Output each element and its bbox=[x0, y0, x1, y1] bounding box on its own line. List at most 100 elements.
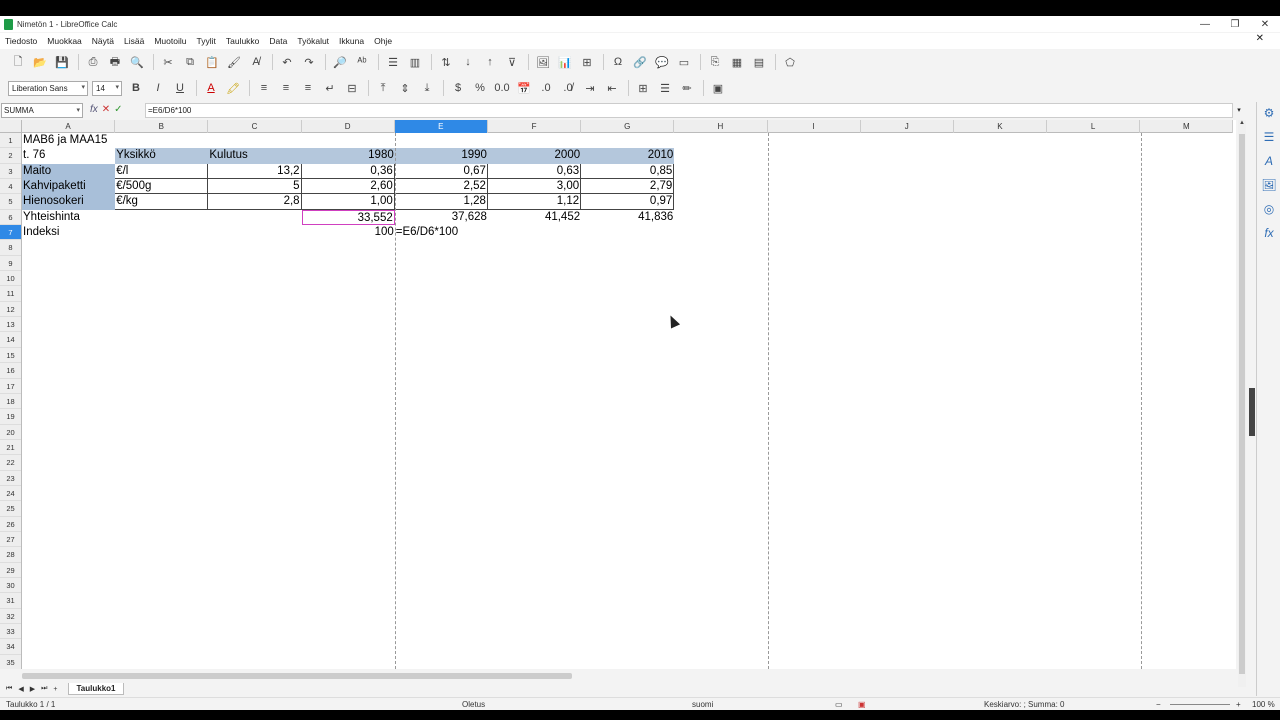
cell-c20[interactable] bbox=[208, 425, 301, 440]
cell-a23[interactable] bbox=[22, 471, 115, 486]
cell-h4[interactable] bbox=[674, 179, 767, 194]
cell-i6[interactable] bbox=[768, 210, 861, 225]
zoom-slider[interactable] bbox=[1170, 704, 1230, 705]
sheet-tab-taulukko1[interactable]: Taulukko1 bbox=[67, 683, 125, 695]
minimize-button[interactable]: — bbox=[1190, 16, 1220, 32]
menu-lisaa[interactable]: Lisää bbox=[124, 36, 144, 46]
cell-h22[interactable] bbox=[674, 455, 767, 470]
cell-e4[interactable]: 2,52 bbox=[394, 179, 488, 195]
align-top-icon[interactable]: ⤒ bbox=[373, 79, 393, 97]
cell-j12[interactable] bbox=[861, 302, 954, 317]
cell-i12[interactable] bbox=[768, 302, 861, 317]
functions-icon[interactable]: fx bbox=[1259, 226, 1279, 246]
row-header-6[interactable]: 6 bbox=[0, 210, 21, 226]
cell-a27[interactable] bbox=[22, 532, 115, 547]
cell-f32[interactable] bbox=[488, 609, 581, 624]
cell-c13[interactable] bbox=[208, 317, 301, 332]
cell-c15[interactable] bbox=[208, 348, 301, 363]
cell-l4[interactable] bbox=[1047, 179, 1140, 194]
cell-i14[interactable] bbox=[768, 332, 861, 347]
cell-a6[interactable]: Yhteishinta bbox=[22, 210, 115, 225]
cell-m31[interactable] bbox=[1140, 593, 1233, 608]
cell-g1[interactable] bbox=[581, 133, 674, 148]
cell-h26[interactable] bbox=[674, 517, 767, 532]
cell-f8[interactable] bbox=[488, 240, 581, 255]
cell-h5[interactable] bbox=[674, 194, 767, 209]
cell-d17[interactable] bbox=[302, 379, 395, 394]
merge-center-icon[interactable]: ⊟ bbox=[342, 79, 362, 97]
cell-l23[interactable] bbox=[1047, 471, 1140, 486]
row-header-9[interactable]: 9 bbox=[0, 256, 21, 272]
cell-l11[interactable] bbox=[1047, 286, 1140, 301]
cell-b33[interactable] bbox=[115, 624, 208, 639]
row-header-28[interactable]: 28 bbox=[0, 547, 21, 563]
cell-m22[interactable] bbox=[1140, 455, 1233, 470]
formula-input[interactable]: =E6/D6*100 bbox=[145, 103, 1233, 118]
cell-j7[interactable] bbox=[861, 225, 954, 240]
cell-l31[interactable] bbox=[1047, 593, 1140, 608]
cell-f28[interactable] bbox=[488, 547, 581, 562]
cell-i11[interactable] bbox=[768, 286, 861, 301]
cell-l15[interactable] bbox=[1047, 348, 1140, 363]
cell-k34[interactable] bbox=[954, 639, 1047, 654]
cell-l17[interactable] bbox=[1047, 379, 1140, 394]
menu-muokkaa[interactable]: Muokkaa bbox=[47, 36, 82, 46]
chevron-down-icon[interactable]: ▾ bbox=[115, 83, 119, 91]
row-header-1[interactable]: 1 bbox=[0, 133, 21, 149]
cell-j13[interactable] bbox=[861, 317, 954, 332]
cell-m21[interactable] bbox=[1140, 440, 1233, 455]
cell-g4[interactable]: 2,79 bbox=[581, 179, 675, 195]
export-pdf-icon[interactable]: ⎙ bbox=[83, 53, 103, 71]
cell-d12[interactable] bbox=[302, 302, 395, 317]
cell-d10[interactable] bbox=[302, 271, 395, 286]
cell-l24[interactable] bbox=[1047, 486, 1140, 501]
cell-b35[interactable] bbox=[115, 655, 208, 669]
cell-l29[interactable] bbox=[1047, 563, 1140, 578]
cell-d3[interactable]: 0,36 bbox=[301, 163, 395, 180]
cell-f29[interactable] bbox=[488, 563, 581, 578]
cell-e23[interactable] bbox=[395, 471, 488, 486]
cell-h25[interactable] bbox=[674, 501, 767, 516]
row-header-35[interactable]: 35 bbox=[0, 655, 21, 669]
cell-b31[interactable] bbox=[115, 593, 208, 608]
cell-e19[interactable] bbox=[395, 409, 488, 424]
cell-k24[interactable] bbox=[954, 486, 1047, 501]
cell-e20[interactable] bbox=[395, 425, 488, 440]
cell-e12[interactable] bbox=[395, 302, 488, 317]
cell-h1[interactable] bbox=[674, 133, 767, 148]
cell-c12[interactable] bbox=[208, 302, 301, 317]
cell-j24[interactable] bbox=[861, 486, 954, 501]
cell-i18[interactable] bbox=[768, 394, 861, 409]
cell-d23[interactable] bbox=[302, 471, 395, 486]
cell-b24[interactable] bbox=[115, 486, 208, 501]
cell-g22[interactable] bbox=[581, 455, 674, 470]
comment-icon[interactable]: 💬 bbox=[652, 53, 672, 71]
cell-m12[interactable] bbox=[1140, 302, 1233, 317]
row-header-11[interactable]: 11 bbox=[0, 286, 21, 302]
cell-f18[interactable] bbox=[488, 394, 581, 409]
cell-g11[interactable] bbox=[581, 286, 674, 301]
cell-e2[interactable]: 1990 bbox=[394, 148, 488, 164]
cell-f1[interactable] bbox=[488, 133, 581, 148]
cell-i23[interactable] bbox=[768, 471, 861, 486]
cell-c33[interactable] bbox=[208, 624, 301, 639]
cell-b21[interactable] bbox=[115, 440, 208, 455]
cell-a4[interactable]: Kahvipaketti bbox=[22, 179, 116, 195]
cell-a22[interactable] bbox=[22, 455, 115, 470]
cell-b30[interactable] bbox=[115, 578, 208, 593]
cell-k15[interactable] bbox=[954, 348, 1047, 363]
cell-g17[interactable] bbox=[581, 379, 674, 394]
next-sheet-icon[interactable]: ▶ bbox=[30, 685, 35, 693]
cell-d14[interactable] bbox=[302, 332, 395, 347]
cell-c31[interactable] bbox=[208, 593, 301, 608]
cell-h29[interactable] bbox=[674, 563, 767, 578]
cell-g34[interactable] bbox=[581, 639, 674, 654]
cell-e5[interactable]: 1,28 bbox=[394, 194, 488, 210]
autofilter-icon[interactable]: ⊽ bbox=[502, 53, 522, 71]
cell-k20[interactable] bbox=[954, 425, 1047, 440]
cell-j4[interactable] bbox=[861, 179, 954, 194]
cell-m1[interactable] bbox=[1140, 133, 1233, 148]
cell-j8[interactable] bbox=[861, 240, 954, 255]
cell-m28[interactable] bbox=[1140, 547, 1233, 562]
horizontal-scroll-thumb[interactable] bbox=[22, 673, 572, 679]
